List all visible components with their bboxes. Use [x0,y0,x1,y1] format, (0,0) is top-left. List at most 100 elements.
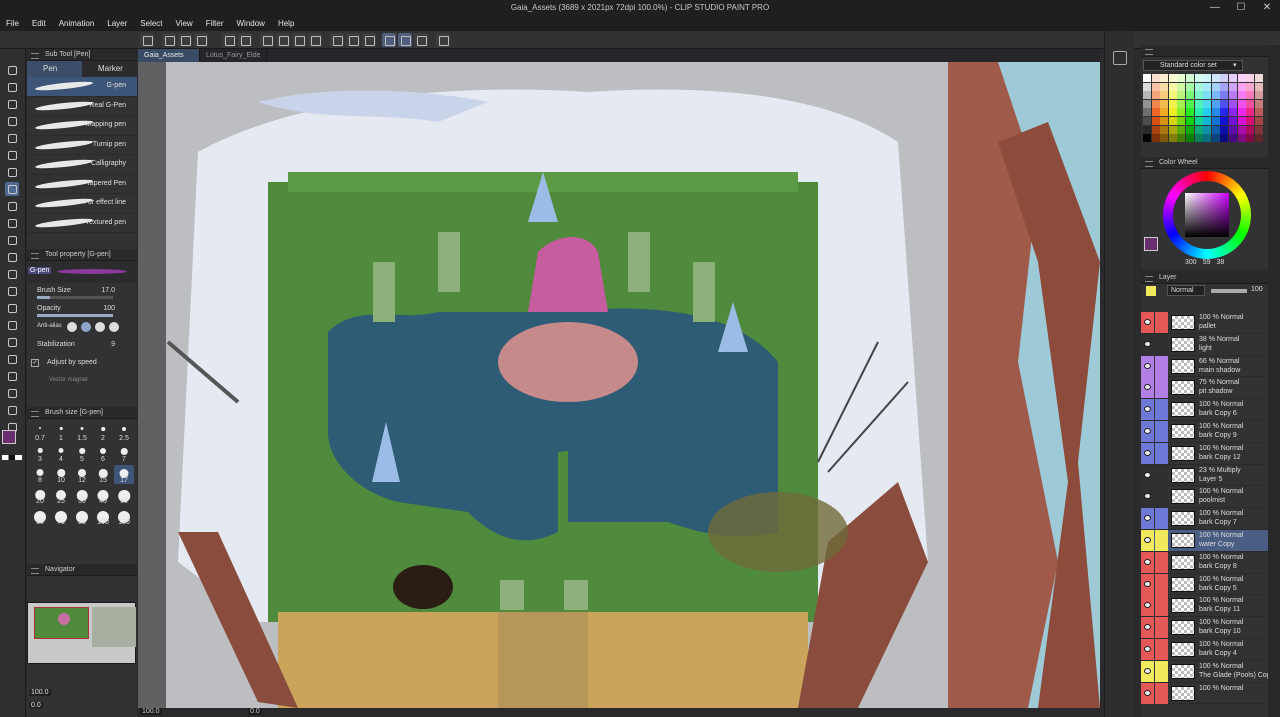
layer-visibility[interactable] [1141,639,1154,660]
eye-icon[interactable] [1144,537,1151,543]
auto-select-tool-icon[interactable] [5,148,19,162]
layer-row[interactable]: 100 % Normal bark Copy 8 [1141,551,1268,574]
minimize-button[interactable]: — [1202,0,1228,16]
color-swatch[interactable] [1211,125,1220,134]
layer-visibility[interactable] [1141,333,1154,355]
color-swatch[interactable] [1143,108,1151,117]
layer-row[interactable]: 75 % Normal pit shadow [1141,377,1268,400]
eye-icon[interactable] [1144,319,1151,325]
layer-row[interactable]: 100 % Normal The Glade (Pools) Copy [1141,660,1274,683]
brush-g-pen[interactable]: G-pen [27,77,137,97]
color-swatch[interactable] [1254,74,1263,82]
eye-icon[interactable] [1144,471,1151,478]
menu-select[interactable]: Select [140,16,162,31]
eye-icon[interactable] [1144,646,1151,652]
color-swatch[interactable] [1186,125,1194,134]
color-swatch[interactable] [1254,91,1263,100]
eye-icon[interactable] [1144,667,1151,674]
brush-size-cell[interactable]: 1.5 [72,423,92,442]
layer-lock[interactable] [1155,333,1168,355]
color-swatch[interactable] [1237,99,1246,108]
color-swatch[interactable] [1177,134,1186,143]
help-icon[interactable] [436,33,450,47]
opacity-slider[interactable] [37,314,113,317]
menu-help[interactable]: Help [278,16,294,31]
layer-opacity-value[interactable]: 100 [1251,286,1263,293]
color-swatch[interactable] [1229,74,1237,82]
zoom-tool-icon[interactable] [5,63,19,77]
balloon-tool-icon[interactable] [5,403,19,417]
layer-visibility[interactable] [1141,508,1154,530]
color-swatch[interactable] [1160,117,1169,125]
brush-size-cell[interactable]: 7 [114,444,134,463]
layer-row[interactable]: 100 % Normal bark Copy 5 [1141,573,1268,596]
color-swatch[interactable] [1151,108,1160,117]
layer-row[interactable]: 66 % Normal main shadow [1141,355,1268,378]
brush-size-cell[interactable]: 25 [51,486,71,505]
brush-size-cell[interactable]: 1 [51,423,71,442]
open-file-icon[interactable] [178,33,192,47]
layer-lock[interactable] [1155,682,1168,704]
color-swatch[interactable] [1194,74,1203,82]
eye-icon[interactable] [1144,428,1151,434]
color-swatch[interactable] [1211,91,1220,100]
menu-animation[interactable]: Animation [59,16,95,31]
antialias-medium-icon[interactable] [95,322,105,332]
menu-file[interactable]: File [6,16,19,31]
crop-icon[interactable] [308,33,322,47]
color-swatch[interactable] [1203,99,1212,108]
color-swatch[interactable] [1143,134,1151,143]
layer-visibility[interactable] [1141,530,1154,551]
layer-row[interactable]: 100 % Normal [1141,682,1268,705]
color-swatch[interactable] [1211,99,1220,108]
group-marker[interactable]: Marker [82,61,137,77]
eye-icon[interactable] [1144,406,1151,413]
pencil-tool-icon[interactable] [5,199,19,213]
group-pen[interactable]: Pen [27,61,82,77]
color-swatch[interactable] [1194,108,1203,117]
invert-selection-icon[interactable] [346,33,360,47]
brush-size-cell[interactable]: 2 [93,423,113,442]
panel-toggle-icon[interactable] [1113,51,1127,65]
show-selection-icon[interactable] [362,33,376,47]
antialias-weak-icon[interactable] [81,322,91,332]
brush-size-cell[interactable]: 15 [93,465,113,484]
operation-tool-icon[interactable] [5,97,19,111]
deselect-icon[interactable] [330,33,344,47]
layer-lock[interactable] [1155,639,1168,660]
main-color-swatch[interactable] [2,430,24,462]
layer-lock[interactable] [1155,508,1168,530]
stabilization-row[interactable]: Stabilization 9 [27,337,137,355]
eye-icon[interactable] [1144,362,1151,369]
navigator-thumbnail[interactable] [27,602,136,664]
color-swatch[interactable] [1168,74,1177,82]
eye-icon[interactable] [1144,384,1151,391]
color-swatch[interactable] [1203,108,1212,117]
fill-tool-icon[interactable] [5,301,19,315]
color-swatch[interactable] [1186,99,1194,108]
color-swatch[interactable] [1211,82,1220,91]
layer-row[interactable]: 100 % Normal bark Copy 12 [1141,442,1268,465]
canvas-area[interactable] [138,62,1100,708]
brush-size-cell[interactable]: 120 [114,507,134,526]
ruler-tool-icon[interactable] [5,369,19,383]
snap-ruler-icon[interactable] [382,33,396,47]
menu-filter[interactable]: Filter [206,16,224,31]
color-swatch[interactable] [1220,108,1229,117]
eye-icon[interactable] [1144,624,1151,631]
color-swatch[interactable] [1220,125,1229,134]
color-swatch[interactable] [1254,108,1263,117]
color-swatch[interactable] [1246,82,1255,91]
adjust-speed-row[interactable]: ✓ Adjust by speed [27,355,137,373]
tab-lotus-fairy[interactable]: Lotus_Fairy_Elde [200,49,268,62]
color-swatch[interactable] [1229,91,1237,100]
selection-tool-icon[interactable] [5,131,19,145]
menu-window[interactable]: Window [237,16,265,31]
layer-row[interactable]: 100 % Normal bark Copy 4 [1141,639,1268,661]
color-swatch[interactable] [1186,74,1194,82]
menu-layer[interactable]: Layer [107,16,127,31]
layer-row[interactable]: 100 % Normal bark Copy 10 [1141,617,1268,639]
color-swatch[interactable] [1177,91,1186,100]
brush-size-cell[interactable]: 0.7 [30,423,50,442]
color-swatch[interactable] [1229,82,1237,91]
